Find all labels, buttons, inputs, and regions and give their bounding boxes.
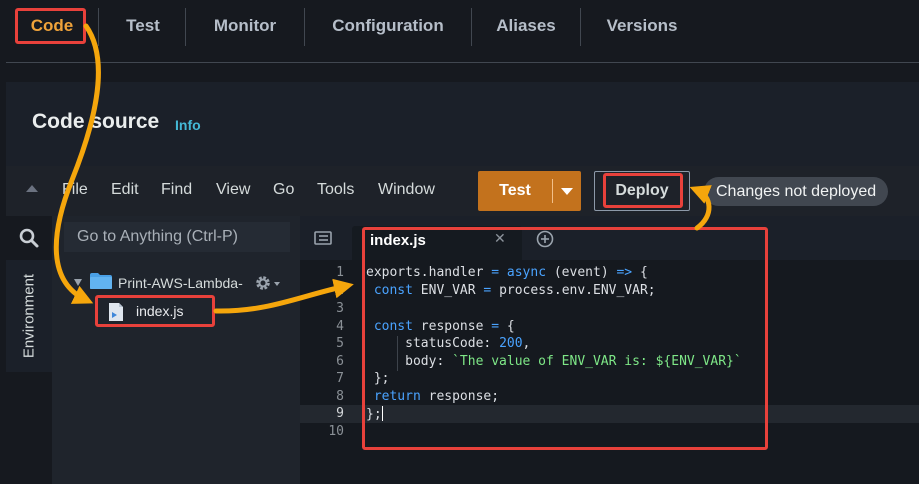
gear-icon[interactable] [254,274,272,292]
menu-go[interactable]: Go [273,181,294,199]
tab-divider [580,8,581,46]
folder-expand-icon[interactable] [74,279,82,286]
line-number: 5 [336,336,344,351]
line-number: 9 [336,406,344,421]
file-tree-panel [52,216,300,484]
line-number: 3 [336,301,344,316]
menu-file[interactable]: File [62,181,88,199]
menu-find[interactable]: Find [161,181,192,199]
folder-name[interactable]: Print-AWS-Lambda- [118,275,243,291]
menu-window[interactable]: Window [378,181,435,199]
menu-view[interactable]: View [216,181,250,199]
line-number: 10 [328,424,344,439]
tab-divider [304,8,305,46]
line-number: 1 [336,265,344,280]
test-button-label: Test [499,182,531,199]
gear-dropdown-icon[interactable] [274,282,280,286]
tab-divider [185,8,186,46]
info-link[interactable]: Info [175,117,201,133]
menu-edit[interactable]: Edit [111,181,139,199]
annotation-box-code-tab [15,8,86,44]
tab-monitor[interactable]: Monitor [200,0,290,52]
tab-versions[interactable]: Versions [596,0,688,52]
line-number: 7 [336,371,344,386]
tabs-divider [6,62,919,63]
folder-icon [90,273,112,289]
test-button[interactable]: Test [478,171,581,211]
annotation-box-index-file [95,295,215,327]
annotation-box-deploy [603,173,683,208]
line-number: 6 [336,354,344,369]
annotation-box-code [362,227,768,450]
line-number: 2 [336,283,344,298]
line-number: 4 [336,319,344,334]
tab-divider [471,8,472,46]
function-tabs: Code Test Monitor Configuration Aliases … [0,0,919,52]
environment-label: Environment [20,273,38,359]
collapse-icon[interactable] [26,185,38,192]
lambda-console: Code Test Monitor Configuration Aliases … [0,0,919,484]
line-number: 8 [336,389,344,404]
list-icon[interactable] [314,230,332,246]
tab-test[interactable]: Test [110,0,176,52]
goto-anything-placeholder: Go to Anything (Ctrl-P) [77,228,238,245]
tab-aliases[interactable]: Aliases [486,0,566,52]
tab-configuration[interactable]: Configuration [322,0,454,52]
menu-tools[interactable]: Tools [317,181,354,199]
chevron-down-icon[interactable] [561,188,573,195]
test-button-divider [552,179,553,203]
tab-divider [98,8,99,46]
status-badge: Changes not deployed [704,177,889,206]
search-icon[interactable] [18,227,40,249]
code-source-title: Code source [32,110,160,133]
